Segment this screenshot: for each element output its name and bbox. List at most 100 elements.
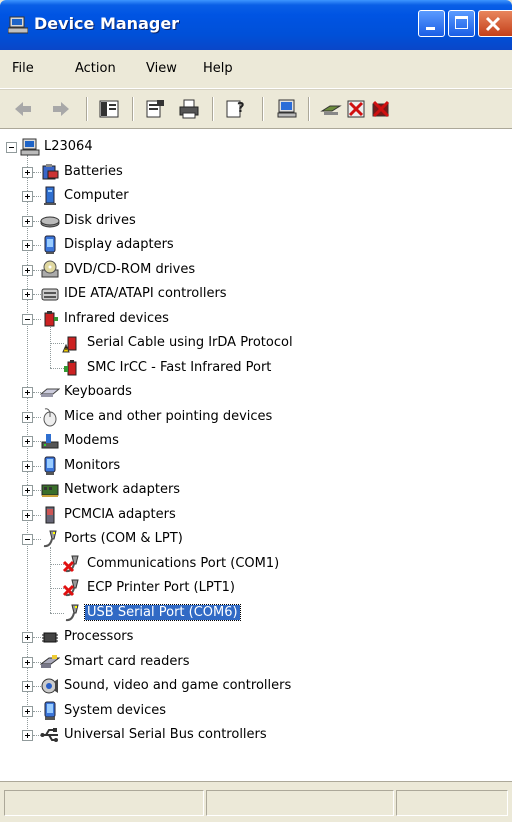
tree-category-label: Universal Serial Bus controllers	[64, 727, 267, 742]
tree-device-label: Serial Cable using IrDA Protocol	[87, 335, 293, 350]
tree-device[interactable]: Communications Port (COM1)	[0, 554, 500, 576]
tree-connector	[50, 326, 51, 368]
ide-controller-icon	[40, 284, 60, 304]
tree-category-label: Modems	[64, 433, 119, 448]
close-icon	[485, 16, 501, 32]
tree-category-label: Disk drives	[64, 212, 136, 228]
expand-toggle[interactable]	[22, 387, 33, 398]
device-tree[interactable]: L23064 Batteries Computer Disk drives Displa…	[0, 128, 512, 783]
minimize-icon	[426, 27, 435, 30]
pcmcia-icon	[40, 505, 60, 525]
tree-category[interactable]: Universal Serial Bus controllers	[0, 725, 500, 747]
tree-device[interactable]: ECP Printer Port (LPT1)	[0, 578, 500, 600]
system-device-icon	[40, 701, 60, 721]
tree-category[interactable]: Processors	[0, 627, 500, 649]
tree-category[interactable]: Smart card readers	[0, 652, 500, 674]
maximize-button[interactable]	[448, 10, 475, 37]
help-icon[interactable]: ?	[224, 98, 246, 120]
print-icon[interactable]	[178, 98, 200, 120]
expand-toggle[interactable]	[22, 730, 33, 741]
expand-toggle[interactable]	[22, 656, 33, 668]
disk-drive-icon	[40, 211, 60, 231]
port-icon	[62, 603, 82, 623]
expand-toggle[interactable]	[22, 264, 33, 276]
tree-device[interactable]: USB Serial Port (COM6)	[0, 603, 500, 625]
usb-icon	[40, 725, 60, 745]
expand-toggle[interactable]	[22, 632, 33, 643]
tree-category-label: PCMCIA adapters	[64, 506, 176, 522]
tree-category[interactable]: System devices	[0, 701, 500, 723]
tree-category-label: Sound, video and game controllers	[64, 678, 292, 693]
tree-root[interactable]: L23064	[0, 137, 500, 159]
tree-category[interactable]: Infrared devices	[0, 309, 500, 331]
expand-toggle[interactable]	[22, 485, 33, 496]
collapse-toggle[interactable]	[6, 142, 17, 153]
collapse-toggle[interactable]	[22, 534, 33, 545]
tree-category-label: Ports (COM & LPT)	[64, 531, 183, 546]
mouse-icon	[40, 407, 60, 427]
expand-toggle[interactable]	[22, 289, 33, 300]
expand-toggle[interactable]	[22, 166, 33, 178]
toolbar: ?	[0, 89, 512, 129]
tree-category-label: Display adapters	[64, 237, 174, 252]
keyboard-icon	[39, 382, 61, 402]
tree-category[interactable]: Modems	[0, 431, 500, 453]
close-button[interactable]	[478, 10, 512, 37]
tree-category[interactable]: Ports (COM & LPT)	[0, 529, 500, 551]
tree-category[interactable]: Sound, video and game controllers	[0, 676, 500, 698]
expand-toggle[interactable]	[22, 411, 33, 423]
title-bar[interactable]: Device Manager	[0, 0, 512, 50]
minimize-button[interactable]	[418, 10, 445, 37]
collapse-toggle[interactable]	[22, 313, 33, 325]
uninstall-device-icon[interactable]	[370, 98, 392, 120]
network-adapter-icon	[40, 480, 60, 500]
tree-category[interactable]: Mice and other pointing devices	[0, 407, 500, 429]
tree-device[interactable]: SMC IrCC - Fast Infrared Port	[0, 358, 500, 380]
menu-file[interactable]: File	[12, 61, 34, 76]
tree-category[interactable]: PCMCIA adapters	[0, 505, 500, 527]
tree-category[interactable]: DVD/CD-ROM drives	[0, 260, 500, 282]
expand-toggle[interactable]	[22, 191, 33, 202]
tree-category[interactable]: Display adapters	[0, 235, 500, 257]
expand-toggle[interactable]	[22, 705, 33, 717]
expand-toggle[interactable]	[22, 215, 33, 227]
infrared-icon	[40, 309, 60, 329]
tree-category[interactable]: Computer	[0, 186, 500, 208]
menu-help[interactable]: Help	[203, 61, 233, 76]
expand-toggle[interactable]	[22, 436, 33, 447]
tree-category-label: System devices	[64, 702, 167, 718]
tree-category[interactable]: Monitors	[0, 456, 500, 478]
cdrom-icon	[40, 260, 60, 280]
tree-category-label: DVD/CD-ROM drives	[64, 261, 196, 277]
tree-category[interactable]: Network adapters	[0, 480, 500, 502]
tree-device[interactable]: Serial Cable using IrDA Protocol	[0, 333, 500, 355]
toolbar-separator	[212, 97, 214, 121]
tree-category-label: IDE ATA/ATAPI controllers	[64, 286, 227, 301]
toolbar-separator	[132, 97, 134, 121]
scan-hardware-icon[interactable]	[276, 98, 298, 120]
expand-toggle[interactable]	[22, 681, 33, 692]
device-manager-window: Device Manager File Action View Help ? L…	[0, 0, 512, 822]
forward-arrow-icon[interactable]	[50, 98, 72, 120]
menu-view[interactable]: View	[146, 61, 177, 76]
disable-device-icon[interactable]	[345, 98, 367, 120]
expand-toggle[interactable]	[22, 240, 33, 251]
port-icon	[40, 529, 60, 549]
expand-toggle[interactable]	[22, 460, 33, 472]
tree-category[interactable]: Batteries	[0, 162, 500, 184]
properties-icon[interactable]	[144, 98, 166, 120]
tree-category[interactable]: IDE ATA/ATAPI controllers	[0, 284, 500, 306]
toolbar-separator	[262, 97, 264, 121]
disabled-port-icon	[62, 578, 82, 598]
infrared-port-icon	[62, 358, 82, 378]
computer-monitor-icon	[8, 16, 28, 34]
console-tree-icon[interactable]	[98, 98, 120, 120]
expand-toggle[interactable]	[22, 509, 33, 521]
menu-action[interactable]: Action	[75, 61, 116, 76]
update-driver-icon[interactable]	[320, 98, 342, 120]
back-arrow-icon[interactable]	[12, 98, 34, 120]
tree-device-label: ECP Printer Port (LPT1)	[87, 580, 235, 595]
tree-category[interactable]: Disk drives	[0, 211, 500, 233]
tree-category[interactable]: Keyboards	[0, 382, 500, 404]
toolbar-separator	[86, 97, 88, 121]
